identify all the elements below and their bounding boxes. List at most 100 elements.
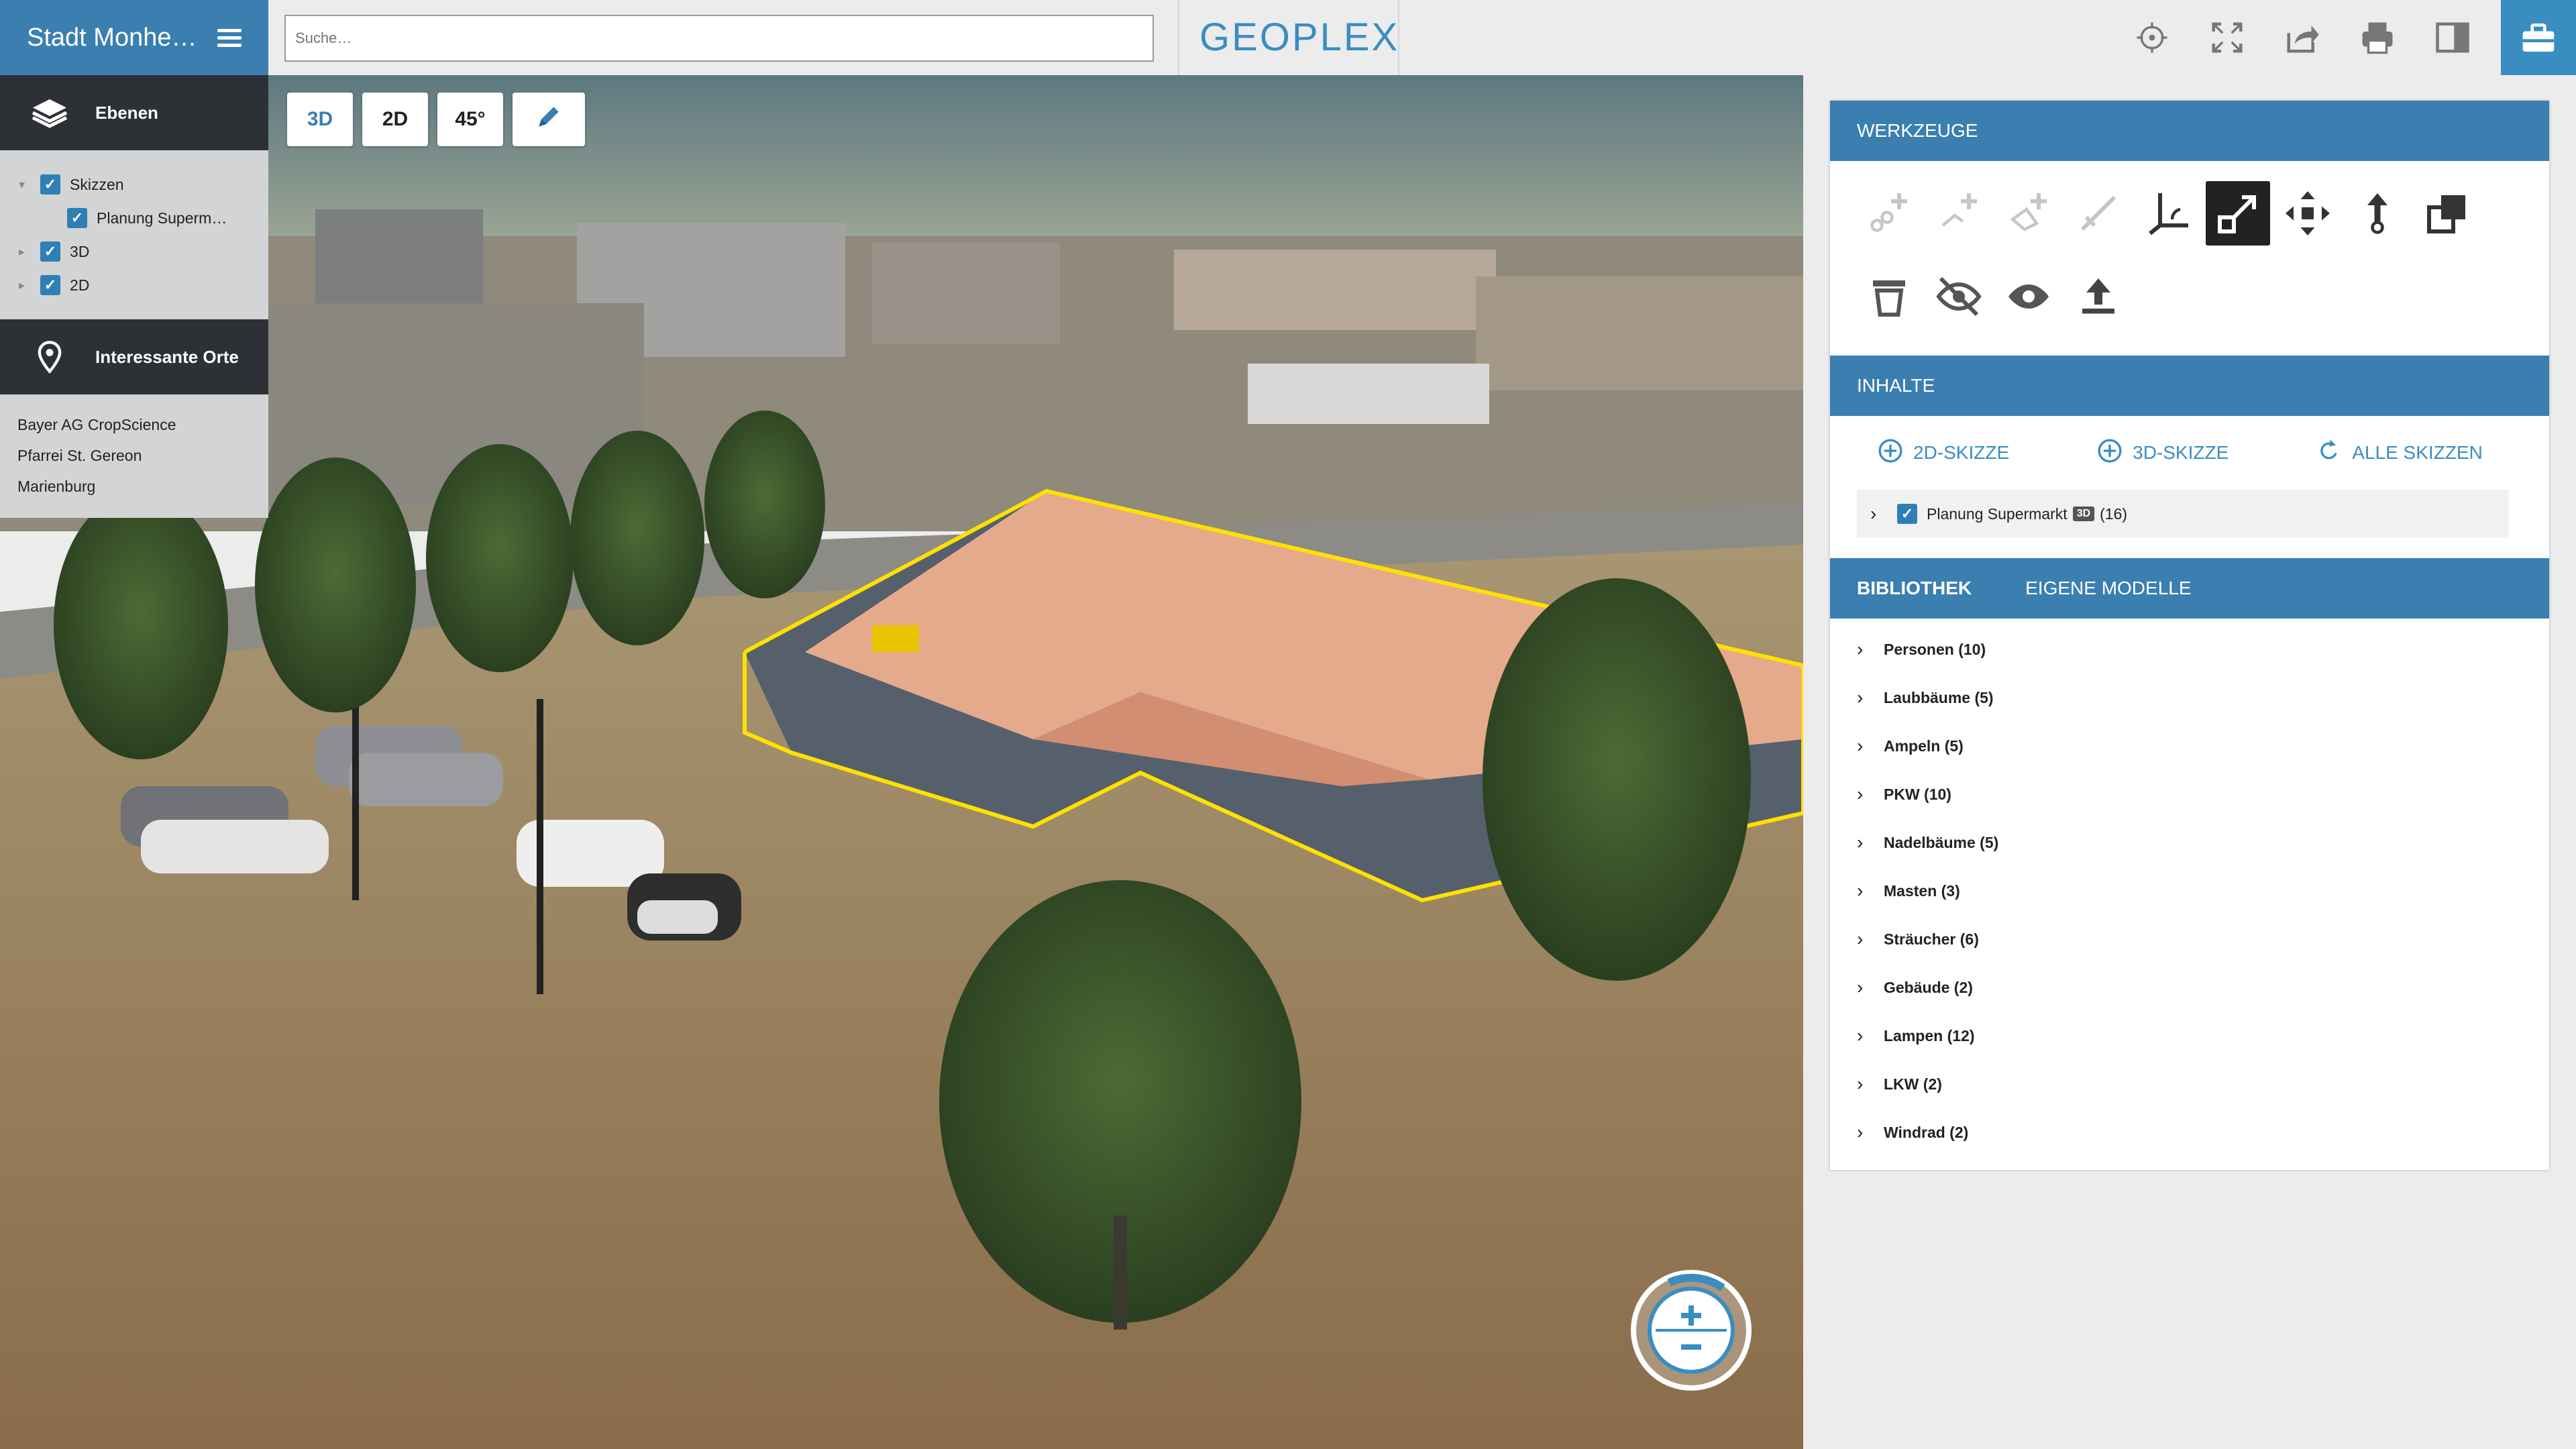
library-item[interactable]: › Gebäude (2)	[1857, 963, 2549, 1012]
right-panel: WERKZEUGE INHALTE 2D-SKIZZE 3D-SKIZZE AL…	[1830, 101, 2549, 1170]
tab-library[interactable]: BIBLIOTHEK	[1857, 578, 1972, 599]
library-item[interactable]: › Lampen (12)	[1857, 1012, 2549, 1060]
copy-tool-icon[interactable]	[2415, 181, 2479, 246]
tools-header: WERKZEUGE	[1830, 101, 2549, 161]
toolbox-icon[interactable]	[2501, 0, 2576, 75]
add-3d-label: 3D-SKIZZE	[2133, 442, 2229, 463]
library-item[interactable]: › Nadelbäume (5)	[1857, 818, 2549, 867]
library-item[interactable]: › LKW (2)	[1857, 1060, 2549, 1108]
places-header[interactable]: Interessante Orte	[0, 319, 268, 394]
places-title: Interessante Orte	[95, 346, 239, 367]
add-polygon-tool-icon[interactable]	[1996, 181, 2061, 246]
app-brand: Stadt Monhe…	[0, 0, 268, 75]
locate-icon[interactable]	[2132, 17, 2172, 58]
library-item-label: Gebäude (2)	[1884, 978, 1973, 996]
map-3d-view[interactable]	[0, 75, 1803, 1449]
chevron-right-icon: ›	[1857, 1025, 1864, 1046]
layer-item-2d[interactable]: ▸ ✓ 2D	[19, 268, 268, 302]
chevron-right-icon: ›	[1857, 880, 1864, 901]
place-item[interactable]: Pfarrei St. Gereon	[17, 440, 268, 471]
move-tool-icon[interactable]	[2275, 181, 2340, 246]
place-item[interactable]: Bayer AG CropScience	[17, 409, 268, 440]
geoplex-logo: GEOPLEX	[1199, 15, 1400, 59]
library-item-label: Lampen (12)	[1884, 1026, 1975, 1044]
caret-right-icon[interactable]: ▸	[19, 245, 40, 259]
layer-checkbox[interactable]: ✓	[40, 241, 60, 262]
sketch-count: (16)	[2100, 504, 2128, 523]
plus-circle-icon	[2096, 437, 2123, 469]
chevron-right-icon: ›	[1857, 832, 1864, 853]
layer-checkbox[interactable]: ✓	[67, 208, 87, 228]
layer-label: Skizzen	[70, 175, 124, 193]
add-2d-sketch-button[interactable]: 2D-SKIZZE	[1877, 437, 2009, 469]
library-item[interactable]: › Personen (10)	[1857, 625, 2549, 674]
add-line-tool-icon[interactable]	[1927, 181, 1991, 246]
fullscreen-icon[interactable]	[2207, 17, 2247, 58]
tools-grid	[1830, 161, 2549, 356]
add-2d-label: 2D-SKIZZE	[1913, 442, 2010, 463]
upload-icon[interactable]	[2066, 264, 2131, 329]
measure-tool-icon[interactable]	[2066, 181, 2131, 246]
layers-header[interactable]: Ebenen	[0, 75, 268, 150]
view-2d-button[interactable]: 2D	[362, 93, 428, 146]
library-item-label: Masten (3)	[1884, 881, 1960, 900]
raise-tool-icon[interactable]	[2345, 181, 2410, 246]
chevron-right-icon: ›	[1857, 639, 1864, 659]
chevron-right-icon: ›	[1857, 977, 1864, 998]
search-input[interactable]	[284, 15, 1154, 62]
sketch-3d-badge: 3D	[2072, 506, 2095, 521]
layer-label: 2D	[70, 276, 90, 294]
library-item[interactable]: › PKW (10)	[1857, 770, 2549, 818]
layers-title: Ebenen	[95, 102, 158, 123]
library-item-label: Laubbäume (5)	[1884, 688, 1994, 706]
library-item[interactable]: › Ampeln (5)	[1857, 722, 2549, 770]
delete-tool-icon[interactable]	[1857, 264, 1921, 329]
chevron-right-icon: ›	[1857, 784, 1864, 804]
sketch-name: Planung Supermarkt	[1927, 504, 2068, 523]
add-point-tool-icon[interactable]	[1857, 181, 1921, 246]
library-item-label: Ampeln (5)	[1884, 737, 1964, 755]
chevron-right-icon[interactable]: ›	[1870, 503, 1897, 525]
library-item-label: Sträucher (6)	[1884, 930, 1979, 948]
place-item[interactable]: Marienburg	[17, 471, 268, 502]
library-item[interactable]: › Laubbäume (5)	[1857, 674, 2549, 722]
library-item[interactable]: › Masten (3)	[1857, 867, 2549, 915]
divider	[1178, 0, 1179, 75]
app-title: Stadt Monhe…	[27, 23, 197, 52]
layer-label: Planung Superm…	[97, 209, 227, 227]
tab-own-models[interactable]: EIGENE MODELLE	[2025, 578, 2191, 599]
layer-checkbox[interactable]: ✓	[40, 174, 60, 195]
all-sketches-label: ALLE SKIZZEN	[2352, 442, 2483, 463]
sketch-list-item[interactable]: › ✓ Planung Supermarkt 3D (16)	[1857, 490, 2509, 538]
split-view-icon[interactable]	[2432, 17, 2473, 58]
map-pin-icon	[30, 339, 70, 374]
hamburger-menu-icon[interactable]	[217, 25, 241, 51]
contents-header: INHALTE	[1830, 356, 2549, 416]
hide-icon[interactable]	[1927, 264, 1991, 329]
layer-item-planung[interactable]: ✓ Planung Superm…	[19, 201, 268, 235]
share-icon[interactable]	[2282, 17, 2322, 58]
print-icon[interactable]	[2357, 17, 2398, 58]
all-sketches-button[interactable]: ALLE SKIZZEN	[2316, 437, 2483, 469]
eye-icon[interactable]	[1996, 264, 2061, 329]
divider	[1398, 0, 1399, 75]
view-3d-button[interactable]: 3D	[287, 93, 353, 146]
view-45-button[interactable]: 45°	[437, 93, 503, 146]
layer-item-skizzen[interactable]: ▾ ✓ Skizzen	[19, 168, 268, 201]
caret-right-icon[interactable]: ▸	[19, 278, 40, 292]
sketch-button[interactable]	[513, 93, 585, 146]
layer-checkbox[interactable]: ✓	[40, 275, 60, 295]
library-list: › Personen (10) › Laubbäume (5) › Ampeln (5…	[1830, 619, 2549, 1170]
caret-down-icon[interactable]: ▾	[19, 178, 40, 192]
library-item[interactable]: › Sträucher (6)	[1857, 915, 2549, 963]
add-3d-sketch-button[interactable]: 3D-SKIZZE	[2096, 437, 2229, 469]
sketch-checkbox[interactable]: ✓	[1897, 504, 1917, 524]
library-item-label: Personen (10)	[1884, 640, 1986, 658]
layer-item-3d[interactable]: ▸ ✓ 3D	[19, 235, 268, 268]
scale-tool-icon[interactable]	[2206, 181, 2270, 246]
left-panel: Ebenen ▾ ✓ Skizzen ✓ Planung Superm… ▸ ✓…	[0, 75, 268, 518]
contents-actions: 2D-SKIZZE 3D-SKIZZE ALLE SKIZZEN	[1830, 416, 2549, 490]
library-item[interactable]: › Windrad (2)	[1857, 1108, 2549, 1157]
chevron-right-icon: ›	[1857, 735, 1864, 756]
rotate-axis-tool-icon[interactable]	[2136, 181, 2200, 246]
